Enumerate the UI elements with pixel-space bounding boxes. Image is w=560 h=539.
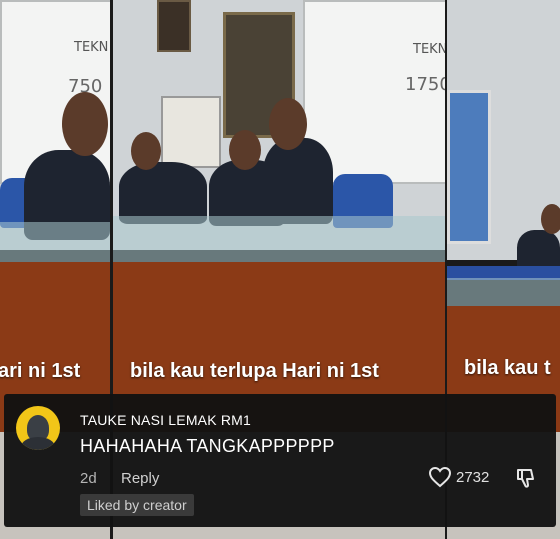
- whiteboard-writing: TEKN: [413, 42, 445, 57]
- video-caption-right: bila kau t: [464, 357, 551, 379]
- window: [447, 90, 491, 244]
- like-count: 2732: [456, 469, 490, 486]
- wall-frame: [157, 0, 191, 52]
- wall-poster: [161, 96, 221, 168]
- whiteboard-writing: TEKN: [74, 40, 109, 55]
- thumbs-down-icon[interactable]: [514, 466, 538, 495]
- person-head: [541, 204, 560, 234]
- person-head: [62, 92, 108, 156]
- avatar[interactable]: [16, 406, 60, 450]
- whiteboard-writing: 1750: [405, 74, 445, 95]
- avatar-body: [21, 437, 55, 450]
- video-caption-left: ari ni 1st: [0, 360, 81, 382]
- person: [263, 138, 333, 224]
- liked-by-creator-badge: Liked by creator: [80, 494, 194, 516]
- comment-timestamp: 2d: [80, 470, 97, 487]
- reply-button[interactable]: Reply: [121, 470, 159, 487]
- person-head: [269, 98, 307, 150]
- person-head: [229, 130, 261, 170]
- video-caption-center: bila kau terlupa Hari ni 1st: [130, 360, 379, 382]
- comment-card: TAUKE NASI LEMAK RM1 HAHAHAHA TANGKAPPPP…: [4, 394, 556, 527]
- person-head: [131, 132, 161, 170]
- comment-text: HAHAHAHA TANGKAPPPPPP: [80, 436, 335, 456]
- heart-icon[interactable]: [428, 466, 452, 493]
- comment-username[interactable]: TAUKE NASI LEMAK RM1: [80, 412, 251, 428]
- person: [119, 162, 207, 224]
